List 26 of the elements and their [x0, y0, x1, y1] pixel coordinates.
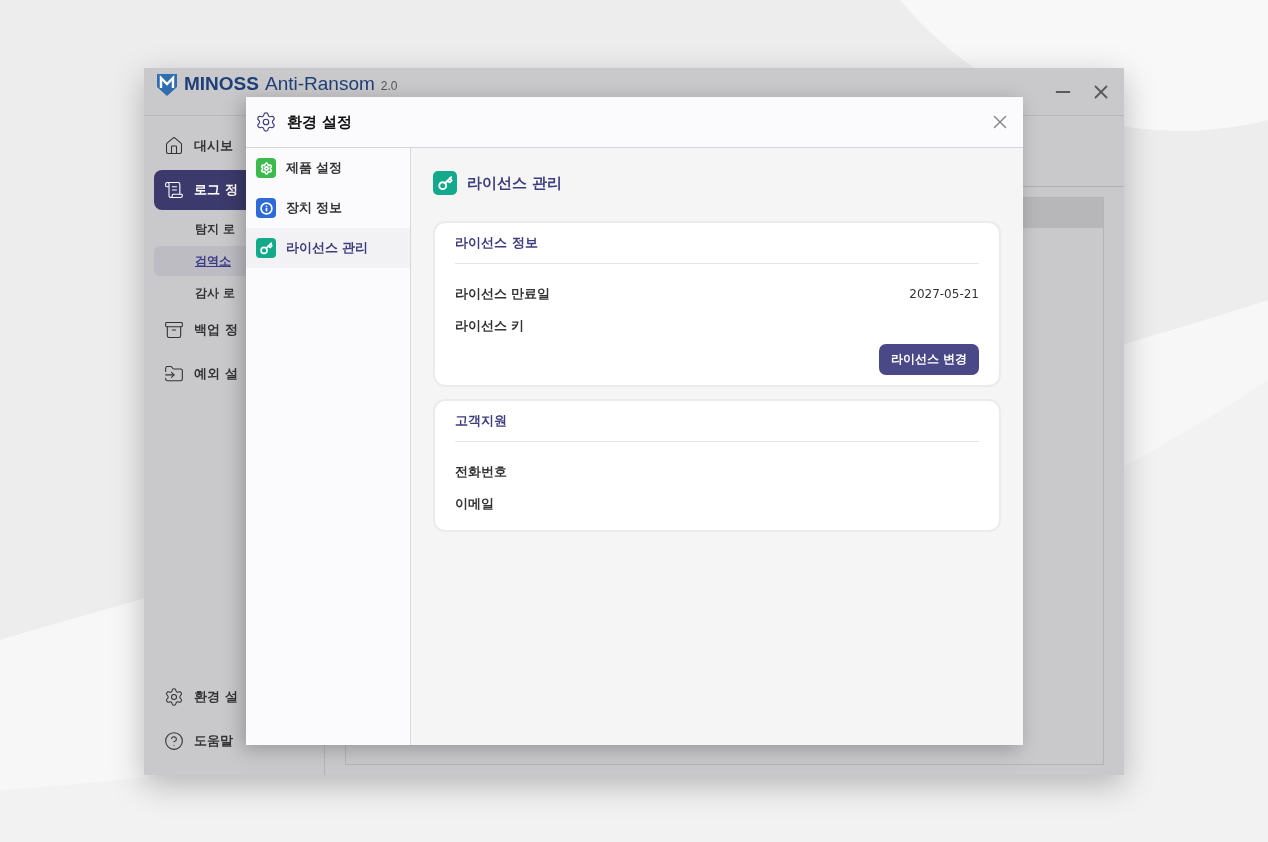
help-icon: [164, 731, 184, 751]
settings-icon: [255, 111, 277, 133]
card-title: 라이선스 정보: [455, 234, 538, 252]
home-icon: [164, 136, 184, 156]
scroll-icon: [164, 180, 184, 200]
info-icon: [256, 198, 276, 218]
dialog-title: 환경 설정: [287, 112, 353, 132]
key-icon: [433, 171, 457, 195]
product-name: Anti-Ransom: [264, 73, 375, 95]
section-heading: 라이선스 관리: [467, 173, 563, 193]
change-license-button[interactable]: 라이선스 변경: [878, 344, 979, 375]
field-label: 라이선스 키: [455, 317, 525, 335]
dialog-nav-item[interactable]: 라이선스 관리: [246, 228, 410, 268]
archive-box-icon: [164, 320, 184, 340]
field-value: 2027-05-21: [909, 287, 979, 301]
field-label: 이메일: [455, 495, 494, 513]
brand-name: MINOSS: [184, 73, 259, 95]
folder-icon: [164, 364, 184, 384]
version-label: 2.0: [380, 78, 398, 95]
card-title: 고객지원: [455, 412, 507, 430]
gear-icon: [256, 158, 276, 178]
key-icon: [256, 238, 276, 258]
shield-logo-icon: [156, 73, 178, 97]
field-label: 라이선스 만료일: [455, 285, 551, 303]
field-label: 전화번호: [455, 463, 507, 481]
settings-icon: [164, 687, 184, 707]
